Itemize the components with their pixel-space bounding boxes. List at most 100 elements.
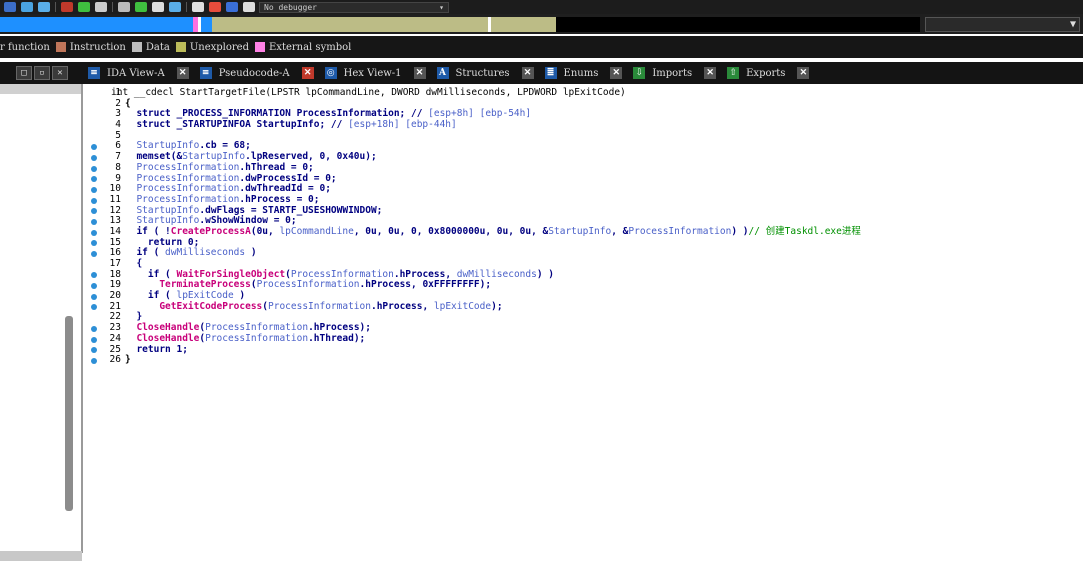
- legend-label: Unexplored: [189, 41, 249, 53]
- legend-item: Data: [130, 42, 170, 53]
- close-icon[interactable]: ✕: [521, 67, 534, 79]
- toolbar-button-icon[interactable]: [135, 2, 147, 12]
- sidebar-footer: [0, 551, 82, 561]
- navigation-band-segment: [555, 17, 920, 32]
- code-token: , 0u, 0u, 0, 0x8000000u, 0u, 0u, &: [353, 225, 549, 237]
- code-token: struct _STARTUPINFOA StartupInfo; //: [125, 119, 349, 131]
- code-text: if ( !CreateProcessA(0u, lpCommandLine, …: [125, 225, 861, 238]
- tab-label: Enums: [563, 67, 599, 79]
- code-token: lpExitCode: [433, 300, 492, 312]
- code-token: StartupInfo: [136, 140, 200, 152]
- code-line[interactable]: 24 CloseHandle(ProcessInformation.hThrea…: [83, 333, 1083, 345]
- navigation-band-track[interactable]: [0, 17, 920, 32]
- toolbar-button-icon[interactable]: [21, 2, 33, 12]
- code-line[interactable]: 1 int __cdecl StartTargetFile(LPSTR lpCom…: [83, 87, 1083, 99]
- tab-ida-view-a[interactable]: ≡ IDA View-A ✕: [84, 64, 193, 82]
- code-token: StartupInfo: [136, 215, 200, 227]
- legend-item: Unexplored: [174, 42, 249, 53]
- close-icon[interactable]: ✕: [176, 67, 189, 79]
- debugger-select[interactable]: No debugger ▾: [259, 1, 449, 13]
- code-line[interactable]: 21 GetExitCodeProcess(ProcessInformation…: [83, 300, 1083, 313]
- code-token: .hThread = 0;: [239, 161, 314, 173]
- code-token: return 0;: [125, 236, 200, 248]
- toolbar-button-icon[interactable]: [192, 2, 204, 12]
- code-token: ProcessInformation: [136, 172, 240, 184]
- legend-label: r function: [0, 41, 50, 53]
- code-token: return 1;: [125, 343, 188, 355]
- tab-hex-view-1[interactable]: ◎ Hex View-1 ✕: [321, 64, 430, 82]
- toolbar-button-icon[interactable]: [209, 2, 221, 12]
- toolbar-button-icon[interactable]: [95, 2, 107, 12]
- window-controls: □ ▫ ✕: [16, 66, 68, 80]
- code-token: .hProcess, 0xFFFFFFFF);: [359, 279, 492, 291]
- close-icon[interactable]: ✕: [797, 67, 810, 79]
- toolbar-button-icon[interactable]: [243, 2, 255, 12]
- close-icon[interactable]: ✕: [413, 67, 426, 79]
- exports-icon: ⇧: [727, 67, 740, 79]
- tab-structures[interactable]: A Structures ✕: [433, 64, 538, 82]
- tab-pseudocode-a[interactable]: ≡ Pseudocode-A ✕: [196, 64, 318, 82]
- code-token: ): [233, 290, 246, 302]
- code-text: struct _STARTUPINFOA StartupInfo; // [es…: [125, 119, 457, 131]
- navigation-band-segment: [211, 17, 488, 32]
- close-icon[interactable]: ✕: [704, 67, 717, 79]
- tab-imports[interactable]: ⇩ Imports ✕: [629, 64, 720, 82]
- code-line[interactable]: 14 if ( !CreateProcessA(0u, lpCommandLin…: [83, 225, 1083, 238]
- code-token: ) ): [731, 225, 749, 237]
- imports-icon: ⇩: [633, 67, 646, 79]
- chevron-down-icon: ▾: [439, 2, 444, 12]
- code-text: int __cdecl StartTargetFile(LPSTR lpComm…: [111, 87, 626, 99]
- code-token: WaitForSingleObject: [176, 268, 286, 280]
- code-token: ): [245, 247, 257, 259]
- code-token: int __cdecl StartTargetFile(LPSTR lpComm…: [111, 87, 626, 98]
- code-token: .wShowWindow = 0;: [199, 215, 297, 227]
- close-button[interactable]: ✕: [52, 66, 68, 80]
- navigation-band: ▼: [0, 14, 1083, 34]
- close-icon[interactable]: ✕: [610, 67, 623, 79]
- close-icon[interactable]: ✕: [301, 67, 314, 79]
- tab-label: Exports: [746, 67, 786, 79]
- code-line[interactable]: 16 if ( dwMilliseconds ): [83, 247, 1083, 259]
- code-line[interactable]: 26}: [83, 354, 1083, 366]
- code-token: struct _PROCESS_INFORMATION ProcessInfor…: [125, 108, 429, 120]
- maximize-button[interactable]: □: [16, 66, 32, 80]
- code-token: [esp+18h] [ebp-44h]: [348, 119, 457, 131]
- toolbar-button-icon[interactable]: [169, 2, 181, 12]
- code-token: .lpReserved, 0, 0x40u);: [245, 151, 377, 163]
- toolbar-button-icon[interactable]: [118, 2, 130, 12]
- tab-label: Hex View-1: [343, 67, 402, 79]
- code-line[interactable]: 4 struct _STARTUPINFOA StartupInfo; // […: [83, 119, 1083, 131]
- legend-item: Instruction: [54, 42, 126, 53]
- tab-enums[interactable]: ≣ Enums ✕: [541, 64, 627, 82]
- legend-swatch: [175, 42, 186, 52]
- code-token: if (: [125, 268, 177, 280]
- code-token: .dwProcessId = 0;: [239, 172, 337, 184]
- toolbar-button-icon[interactable]: [78, 2, 90, 12]
- toolbar-button-icon[interactable]: [61, 2, 73, 12]
- navigation-band-segment: [491, 17, 556, 32]
- toolbar-button-icon[interactable]: [152, 2, 164, 12]
- code-token: ProcessInformation: [136, 161, 240, 173]
- sidebar-scrollbar-thumb[interactable]: [65, 316, 73, 511]
- chevron-down-icon: ▼: [1069, 19, 1076, 30]
- code-token: // 创建Taskdl.exe进程: [748, 225, 861, 237]
- toolbar-button-icon[interactable]: [38, 2, 50, 12]
- restore-button[interactable]: ▫: [34, 66, 50, 80]
- code-token: StartupInfo: [182, 151, 246, 163]
- code-token: ProcessInformation: [136, 183, 240, 195]
- tab-exports[interactable]: ⇧ Exports ✕: [723, 64, 813, 82]
- code-token: StartupInfo: [136, 204, 200, 216]
- code-text: }: [125, 354, 131, 366]
- toolbar: No debugger ▾: [0, 0, 1083, 14]
- code-token: .hProcess = 0;: [239, 193, 320, 205]
- line-number: 8: [115, 161, 121, 173]
- navigation-band-select[interactable]: ▼: [925, 17, 1080, 32]
- code-token: ProcessInformation: [268, 300, 371, 312]
- code-line[interactable]: 25 return 1;: [83, 343, 1083, 356]
- toolbar-button-icon[interactable]: [4, 2, 16, 12]
- toolbar-button-icon[interactable]: [226, 2, 238, 12]
- pseudocode-view[interactable]: 1 int __cdecl StartTargetFile(LPSTR lpCom…: [83, 84, 1083, 561]
